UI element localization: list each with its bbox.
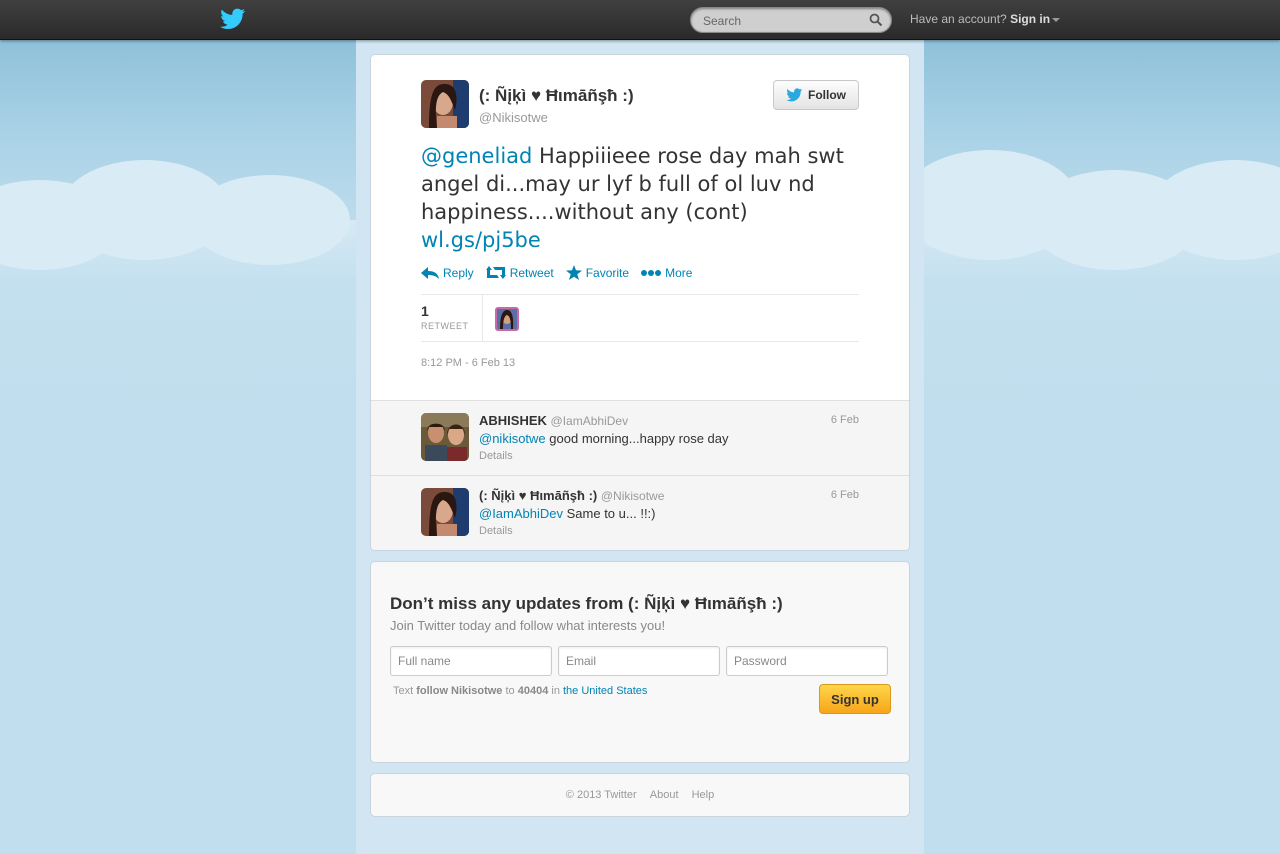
retweeter-avatar-image bbox=[495, 307, 519, 331]
favorite-action[interactable]: Favorite bbox=[565, 265, 630, 280]
author-avatar[interactable] bbox=[421, 80, 469, 128]
reply-body: Same to u... !!:) bbox=[563, 506, 656, 521]
reply-icon bbox=[421, 266, 439, 279]
more-dots-icon bbox=[641, 269, 662, 276]
reply-text: @IamAbhiDev Same to u... !!:) bbox=[479, 506, 656, 521]
twitter-bird-icon bbox=[786, 88, 803, 102]
signup-title: Don’t miss any updates from (: Ñįķì ♥ Ħι… bbox=[390, 594, 783, 613]
retweet-count-label: RETWEET bbox=[421, 321, 469, 331]
retweet-action[interactable]: Retweet bbox=[485, 265, 554, 280]
reply-username[interactable]: @IamAbhiDev bbox=[551, 414, 629, 428]
reply-time[interactable]: 6 Feb bbox=[831, 414, 859, 426]
email-field[interactable] bbox=[558, 646, 720, 676]
mention-link[interactable]: @geneliad bbox=[421, 144, 532, 168]
sms-to: to bbox=[502, 685, 518, 697]
reply-time[interactable]: 6 Feb bbox=[831, 489, 859, 501]
signup-button[interactable]: Sign up bbox=[819, 684, 891, 714]
top-bar: Have an account? Sign in bbox=[0, 0, 1280, 40]
reply-details-link[interactable]: Details bbox=[479, 525, 513, 537]
retweeter-avatar[interactable] bbox=[495, 307, 519, 331]
author-username[interactable]: @Nikisotwe bbox=[479, 110, 548, 125]
reply-avatar[interactable] bbox=[421, 488, 469, 536]
star-icon bbox=[565, 265, 582, 280]
tweet-timestamp[interactable]: 8:12 PM - 6 Feb 13 bbox=[421, 357, 515, 369]
author-fullname[interactable]: (: Ñįķì ♥ Ħιmāñşħ :) bbox=[479, 86, 634, 106]
sms-number: 40404 bbox=[517, 685, 549, 697]
retweet-count: 1 bbox=[421, 303, 429, 319]
tweet-url-link[interactable]: wl.gs/pj5be bbox=[421, 228, 541, 252]
reply-fullname[interactable]: (: Ñįķì ♥ Ħιmāñşħ :) bbox=[479, 488, 597, 503]
footer-links: © 2013 Twitter About Help bbox=[371, 789, 909, 801]
sign-in-link[interactable]: Sign in bbox=[1010, 12, 1050, 26]
reply-fullname[interactable]: ABHISHEK bbox=[479, 413, 547, 428]
fullname-field[interactable] bbox=[390, 646, 552, 676]
reply-avatar-image bbox=[421, 488, 469, 536]
caret-down-icon[interactable] bbox=[1052, 17, 1061, 22]
reply-label: Reply bbox=[443, 265, 474, 280]
reply-mention-link[interactable]: @IamAbhiDev bbox=[479, 506, 563, 521]
search-icon[interactable] bbox=[869, 13, 883, 27]
sms-country-link[interactable]: the United States bbox=[563, 685, 647, 697]
follow-button[interactable]: Follow bbox=[773, 80, 859, 110]
reply-details-link[interactable]: Details bbox=[479, 450, 513, 462]
tweet-card: (: Ñįķì ♥ Ħιmāñşħ :) @Nikisotwe Follow @… bbox=[370, 54, 910, 551]
cloud bbox=[190, 175, 350, 265]
follow-label: Follow bbox=[808, 88, 846, 102]
signup-card: Don’t miss any updates from (: Ñįķì ♥ Ħι… bbox=[370, 561, 910, 763]
copyright-text: © 2013 Twitter bbox=[565, 789, 637, 801]
twitter-bird-icon[interactable] bbox=[220, 8, 246, 30]
search-input[interactable] bbox=[703, 12, 863, 29]
retweet-icon bbox=[485, 266, 506, 279]
more-label: More bbox=[665, 265, 693, 280]
sms-command: follow Nikisotwe bbox=[416, 685, 503, 697]
reply-action[interactable]: Reply bbox=[421, 265, 474, 280]
sms-follow-text: Text follow Nikisotwe to 40404 in the Un… bbox=[393, 685, 647, 697]
footer-card: © 2013 Twitter About Help bbox=[370, 773, 910, 817]
retweet-stat[interactable]: 1 RETWEET bbox=[421, 295, 483, 341]
signin-area: Have an account? Sign in bbox=[910, 12, 1061, 26]
reply-avatar[interactable] bbox=[421, 413, 469, 461]
reply-tweet[interactable]: (: Ñįķì ♥ Ħιmāñşħ :) @Nikisotwe 6 Feb @I… bbox=[371, 475, 909, 550]
tweet-stats: 1 RETWEET bbox=[421, 294, 859, 342]
reply-text: @nikisotwe good morning...happy rose day bbox=[479, 431, 729, 446]
search-box[interactable] bbox=[690, 7, 892, 33]
about-link[interactable]: About bbox=[650, 789, 679, 801]
password-field[interactable] bbox=[726, 646, 888, 676]
reply-tweet[interactable]: ABHISHEK @IamAbhiDev 6 Feb @nikisotwe go… bbox=[371, 400, 909, 475]
have-account-text: Have an account? bbox=[910, 12, 1007, 26]
reply-header: ABHISHEK @IamAbhiDev bbox=[479, 413, 628, 428]
sms-prefix: Text bbox=[393, 685, 417, 697]
sms-in: in bbox=[548, 685, 563, 697]
retweet-label: Retweet bbox=[509, 265, 554, 280]
reply-header: (: Ñįķì ♥ Ħιmāñşħ :) @Nikisotwe bbox=[479, 488, 664, 503]
tweet-text: @geneliad Happiiieee rose day mah swt an… bbox=[421, 142, 861, 254]
reply-mention-link[interactable]: @nikisotwe bbox=[479, 431, 546, 446]
reply-avatar-image bbox=[421, 413, 469, 461]
reply-username[interactable]: @Nikisotwe bbox=[601, 489, 665, 503]
more-action[interactable]: More bbox=[641, 265, 692, 280]
author-avatar-image bbox=[421, 80, 469, 128]
signup-subtitle: Join Twitter today and follow what inter… bbox=[390, 618, 666, 633]
favorite-label: Favorite bbox=[585, 265, 630, 280]
tweet-actions: Reply Retweet Favorite More bbox=[421, 265, 692, 280]
help-link[interactable]: Help bbox=[692, 789, 715, 801]
reply-body: good morning...happy rose day bbox=[545, 431, 729, 446]
